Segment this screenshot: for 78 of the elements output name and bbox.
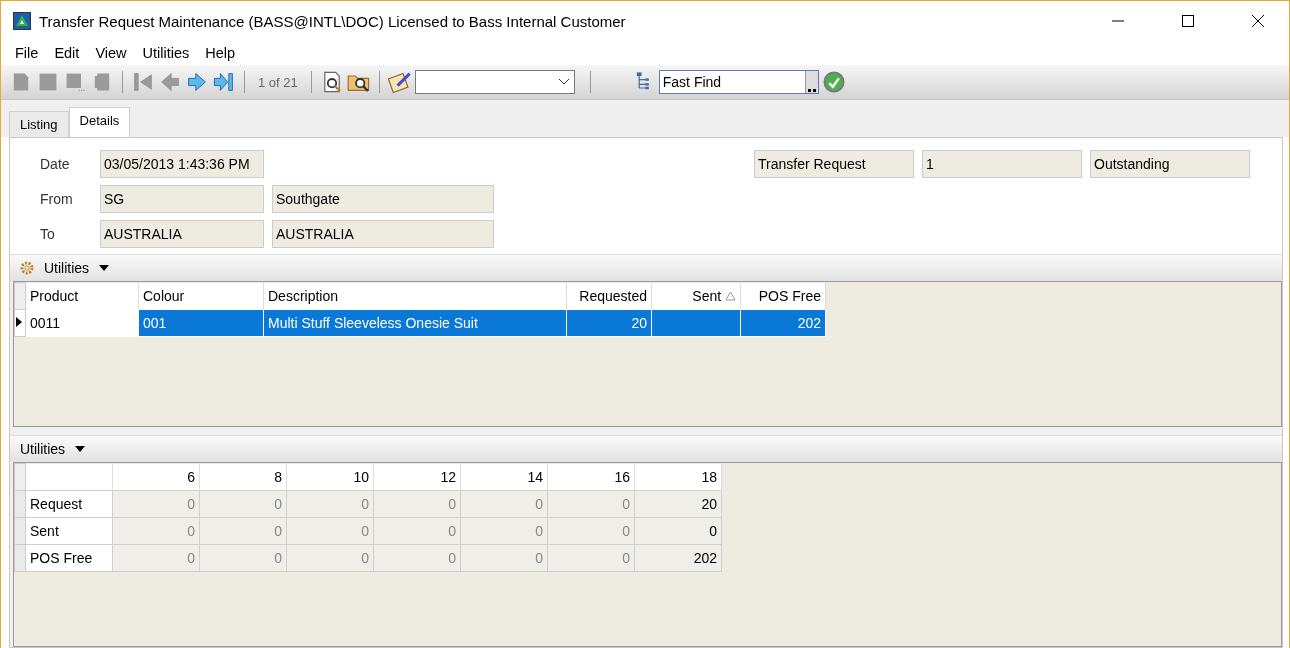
utilities-menu-button[interactable]: Utilities — [20, 441, 66, 457]
field-label: To — [39, 226, 56, 242]
table-cell: 0 — [361, 550, 369, 566]
status-field[interactable]: Outstanding — [1090, 150, 1250, 178]
from-name-field[interactable]: Southgate — [272, 185, 494, 213]
row-label: POS Free — [30, 550, 93, 566]
row-label: Request — [30, 496, 83, 512]
table-cell: 0 — [274, 523, 282, 539]
type-field[interactable]: Transfer Request — [754, 150, 914, 178]
table-cell: 20 — [701, 496, 717, 512]
caret-icon[interactable] — [99, 265, 110, 271]
utilities-menu-button[interactable]: Utilities — [44, 260, 90, 276]
table-cell: 202 — [693, 550, 717, 566]
table-cell: 0 — [361, 523, 369, 539]
number-field[interactable]: 1 — [922, 150, 1082, 178]
menu-item[interactable]: File — [7, 45, 47, 61]
gear-icon — [20, 261, 34, 275]
record-position: 1 of 21 — [257, 74, 299, 90]
column-header: 8 — [199, 463, 287, 491]
go-icon[interactable] — [821, 70, 846, 94]
row-label: Sent — [30, 523, 59, 539]
table-cell: 0 — [187, 496, 195, 512]
menu-item[interactable]: View — [87, 45, 135, 61]
tab[interactable]: Listing — [9, 111, 69, 137]
table-cell: 0 — [622, 523, 630, 539]
menu-item[interactable]: Help — [197, 45, 244, 61]
column-header: 16 — [547, 463, 635, 491]
ellipsis-icon[interactable] — [807, 89, 816, 93]
table-cell: 0 — [622, 550, 630, 566]
chevron-down-icon[interactable] — [557, 78, 570, 86]
column-header[interactable]: Colour — [138, 282, 264, 310]
table-cell: 0 — [361, 496, 369, 512]
arrow-icon[interactable] — [185, 70, 209, 94]
row-pointer-icon — [15, 316, 23, 328]
field-label: From — [39, 191, 74, 207]
table-cell: 0 — [535, 550, 543, 566]
field-label: Date — [39, 156, 71, 172]
column-header[interactable]: POS Free — [740, 282, 826, 310]
column-header[interactable]: Product — [25, 282, 139, 310]
column-header[interactable]: Requested — [566, 282, 652, 310]
menu-item[interactable]: Utilities — [134, 45, 198, 61]
caret-icon[interactable] — [75, 446, 86, 452]
table-cell: 0 — [448, 523, 456, 539]
to-code-field[interactable]: AUSTRALIA — [100, 220, 264, 248]
app-logo-icon — [13, 12, 31, 30]
table-cell-text: 001 — [143, 315, 168, 331]
column-header[interactable]: Description — [263, 282, 567, 310]
date-field[interactable]: 03/05/2013 1:43:36 PM — [100, 150, 264, 178]
table-cell: 0 — [187, 550, 195, 566]
table-cell: 0 — [187, 523, 195, 539]
column-header: 14 — [460, 463, 548, 491]
tab[interactable]: Details — [68, 107, 131, 137]
from-code-field[interactable]: SG — [100, 185, 264, 213]
to-name-field[interactable]: AUSTRALIA — [272, 220, 494, 248]
menu-item[interactable]: Edit — [46, 45, 88, 61]
table-cell-text: 20 — [630, 315, 647, 331]
dropdown-field[interactable] — [414, 70, 575, 94]
table-cell: 0 — [535, 523, 543, 539]
column-header: 12 — [373, 463, 461, 491]
column-header: 6 — [112, 463, 200, 491]
close-icon — [1252, 15, 1264, 27]
fast-find-field[interactable]: Fast Find — [658, 70, 819, 94]
table-cell: 0 — [448, 496, 456, 512]
table-cell: 0 — [622, 496, 630, 512]
table-cell: 0 — [448, 550, 456, 566]
maximize-icon — [1182, 15, 1194, 27]
column-header[interactable]: Sent — [651, 282, 741, 310]
window-title: Transfer Request Maintenance (BASS@INTL\DOC) Licensed to Bass Internal Customer — [39, 12, 627, 30]
table-cell: 0 — [274, 550, 282, 566]
table-cell: 0 — [709, 523, 717, 539]
arrow-icon[interactable] — [212, 70, 236, 94]
table-cell-text: 0011 — [30, 315, 62, 331]
column-header: 10 — [286, 463, 374, 491]
column-header: 18 — [634, 463, 722, 491]
table-cell: 0 — [274, 496, 282, 512]
table-cell: 0 — [535, 496, 543, 512]
table-cell-text: 202 — [796, 315, 821, 331]
table-cell-text: Multi Stuff Sleeveless Onesie Suit — [268, 315, 479, 331]
